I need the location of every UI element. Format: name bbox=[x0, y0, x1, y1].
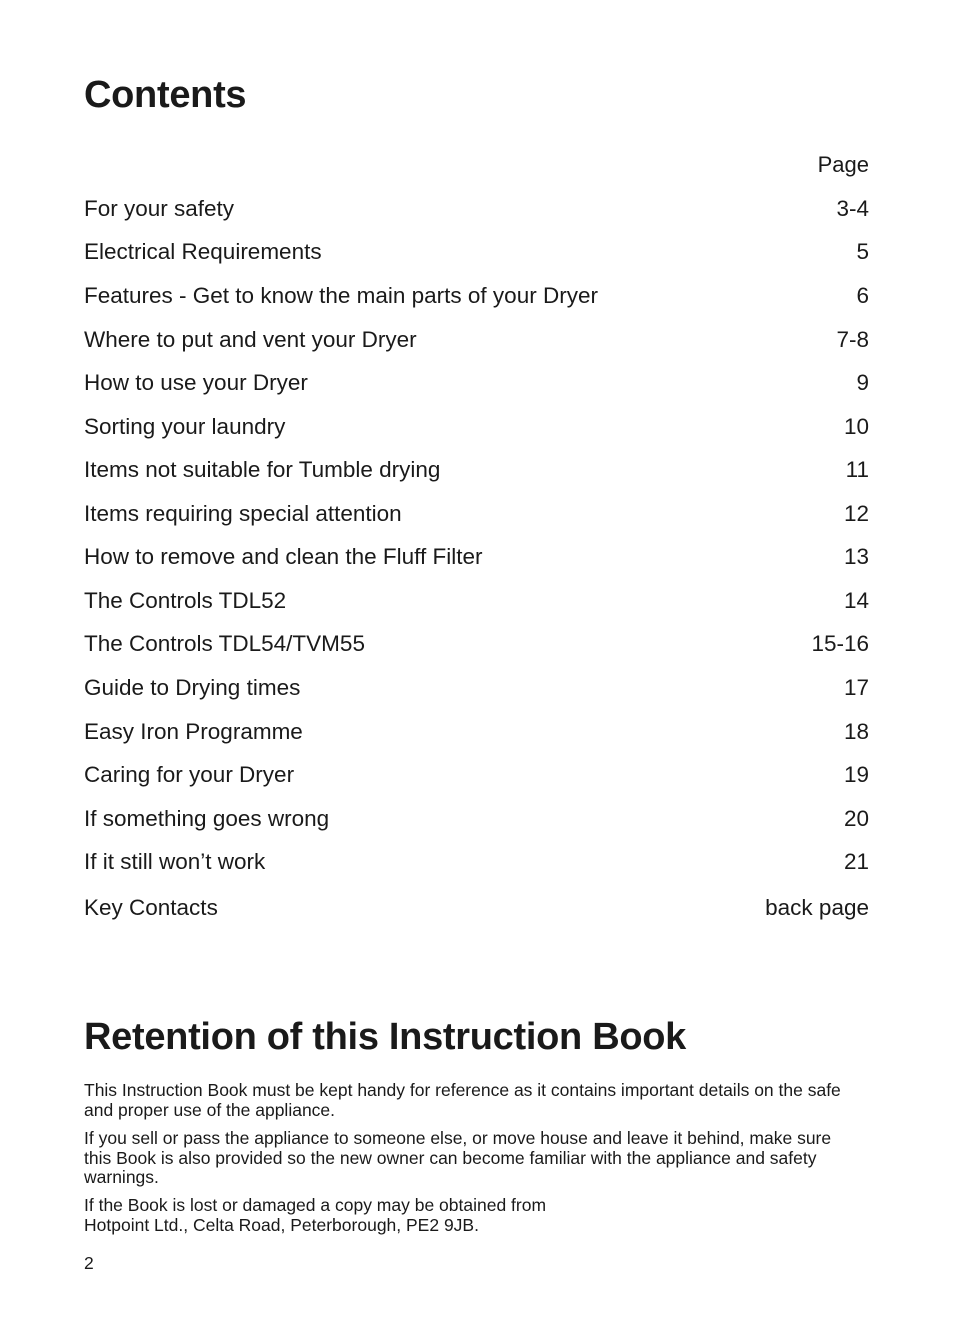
toc-entry: The Controls TDL54/TVM55 15-16 bbox=[84, 631, 869, 659]
toc-entry-page: back page bbox=[765, 895, 869, 920]
toc-entry-title: Guide to Drying times bbox=[84, 675, 301, 700]
toc-entry-title: Where to put and vent your Dryer bbox=[84, 327, 417, 352]
toc-entry-title: Items requiring special attention bbox=[84, 501, 402, 526]
toc-entry: How to remove and clean the Fluff Filter… bbox=[84, 544, 869, 572]
toc-entry-page: 18 bbox=[843, 719, 869, 744]
toc-entry: Guide to Drying times 17 bbox=[84, 675, 869, 703]
toc-entry-title: If something goes wrong bbox=[84, 806, 330, 831]
toc-entry-title: Key Contacts bbox=[84, 895, 218, 920]
page-number: 2 bbox=[84, 1253, 94, 1273]
retention-paragraph: If you sell or pass the appliance to som… bbox=[84, 1128, 832, 1187]
toc-entry-title: Easy Iron Programme bbox=[84, 719, 303, 744]
toc-entry: Electrical Requirements 5 bbox=[84, 239, 869, 267]
toc-entry: Sorting your laundry 10 bbox=[84, 414, 869, 442]
toc-entry-title: How to use your Dryer bbox=[84, 370, 308, 395]
toc-entry: Items requiring special attention 12 bbox=[84, 501, 869, 529]
toc-entry: Caring for your Dryer 19 bbox=[84, 762, 869, 790]
toc-entry-page: 10 bbox=[843, 414, 869, 439]
toc-entry-page: 15-16 bbox=[811, 631, 869, 656]
toc-entry-page: 6 bbox=[856, 283, 869, 308]
toc-entry-title: Items not suitable for Tumble drying bbox=[84, 457, 441, 482]
toc-entry-page: 12 bbox=[843, 501, 869, 526]
toc-entry: How to use your Dryer 9 bbox=[84, 370, 869, 398]
retention-paragraph: If the Book is lost or damaged a copy ma… bbox=[84, 1195, 547, 1235]
toc-entry-title: The Controls TDL54/TVM55 bbox=[84, 631, 365, 656]
toc-entry: For your safety 3-4 bbox=[84, 196, 869, 224]
toc-entry-title: Caring for your Dryer bbox=[84, 762, 295, 787]
toc-entry-title: Features - Get to know the main parts of… bbox=[84, 283, 598, 308]
toc-entry-title: Electrical Requirements bbox=[84, 239, 322, 264]
toc-entry-title: The Controls TDL52 bbox=[84, 588, 287, 613]
toc-entry-page: 5 bbox=[856, 239, 869, 264]
toc-entry-page: 14 bbox=[843, 588, 869, 613]
toc-entry-page: 13 bbox=[843, 544, 869, 569]
toc-entry: Items not suitable for Tumble drying 11 bbox=[84, 457, 869, 485]
retention-heading: Retention of this Instruction Book bbox=[84, 1016, 686, 1058]
toc-entry-page: 7-8 bbox=[836, 327, 869, 352]
contents-heading: Contents bbox=[84, 74, 247, 116]
retention-paragraph: This Instruction Book must be kept handy… bbox=[84, 1080, 841, 1120]
toc-entry: If something goes wrong 20 bbox=[84, 806, 869, 834]
toc-entry-page: 9 bbox=[856, 370, 869, 395]
toc-entry-page: 17 bbox=[843, 675, 869, 700]
toc-entry-title: If it still won’t work bbox=[84, 849, 266, 874]
toc-entry-page: 21 bbox=[843, 849, 869, 874]
toc-entry-page: 11 bbox=[845, 457, 869, 482]
toc-entry-page: 20 bbox=[843, 806, 869, 831]
toc-entry-title: Sorting your laundry bbox=[84, 414, 286, 439]
toc-entry-page: 19 bbox=[843, 762, 869, 787]
toc-entry: Key Contacts back page bbox=[84, 895, 869, 923]
toc-entry-title: For your safety bbox=[84, 196, 235, 221]
toc-entry: Where to put and vent your Dryer 7-8 bbox=[84, 327, 869, 355]
toc-entry: Features - Get to know the main parts of… bbox=[84, 283, 869, 311]
page-column-header: Page bbox=[817, 152, 869, 177]
toc-entry-page: 3-4 bbox=[836, 196, 869, 221]
toc-entry: If it still won’t work 21 bbox=[84, 849, 869, 877]
toc-entry: The Controls TDL52 14 bbox=[84, 588, 869, 616]
toc-entry-title: How to remove and clean the Fluff Filter bbox=[84, 544, 483, 569]
toc-entry: Easy Iron Programme 18 bbox=[84, 719, 869, 747]
